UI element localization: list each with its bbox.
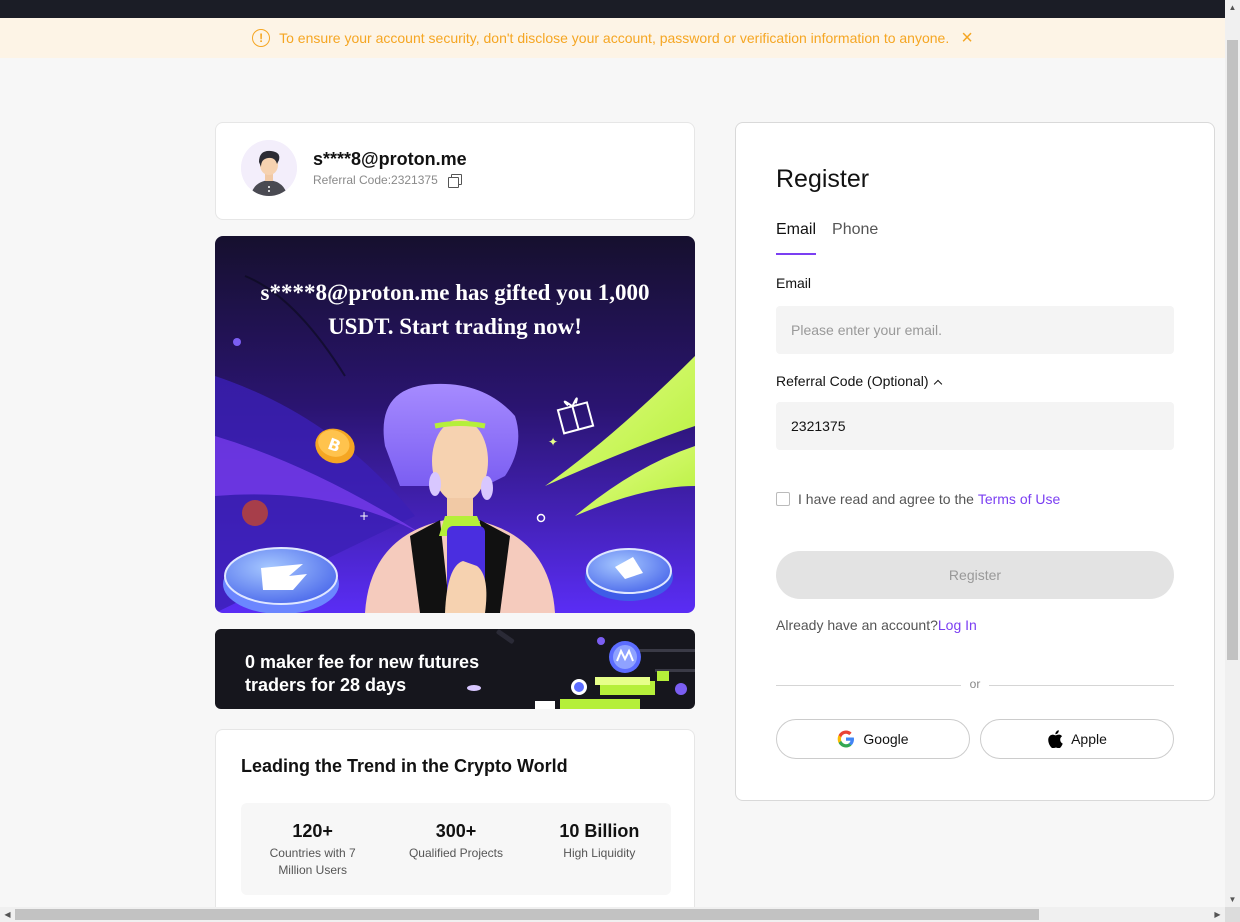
register-title: Register (776, 165, 870, 193)
login-link[interactable]: Log In (938, 617, 977, 633)
referral-code-label: Referral Code (Optional) (776, 373, 929, 389)
scroll-right-icon[interactable]: ▶ (1210, 907, 1225, 922)
referral-code-label: Referral Code:2321375 (313, 173, 438, 187)
stats-box: 120+ Countries with 7 Million Users 300+… (241, 803, 671, 895)
referral-code-field[interactable] (776, 402, 1174, 450)
google-icon (837, 730, 855, 748)
email-label: Email (776, 275, 812, 291)
referrer-card: s****8@proton.me Referral Code:2321375 (215, 122, 695, 220)
terms-checkbox[interactable] (776, 492, 790, 506)
apple-icon (1047, 730, 1063, 748)
register-tabs: Email Phone (776, 221, 894, 255)
scroll-down-icon[interactable]: ▼ (1225, 892, 1240, 907)
vertical-scrollbar[interactable]: ▲ ▼ (1225, 0, 1240, 907)
copy-icon[interactable] (447, 174, 462, 188)
apple-label: Apple (1071, 731, 1107, 747)
login-prompt: Already have an account?Log In (776, 617, 977, 633)
terms-agreement: I have read and agree to the Terms of Us… (776, 491, 1060, 507)
stats-card: Leading the Trend in the Crypto World 12… (215, 729, 695, 922)
register-form: Register Email Phone Email Referral Code… (735, 122, 1215, 801)
futures-promo-banner[interactable]: 0 maker fee for new futures traders for … (215, 629, 695, 709)
terms-link[interactable]: Terms of Use (978, 491, 1060, 507)
stat-caption: Qualified Projects (408, 846, 504, 860)
horizontal-scrollbar[interactable]: ◀ ▶ (0, 907, 1225, 922)
email-field[interactable] (776, 306, 1174, 354)
top-bar (0, 0, 1225, 18)
avatar (241, 140, 297, 196)
google-login-button[interactable]: Google (776, 719, 970, 759)
referrer-email: s****8@proton.me (313, 149, 467, 169)
svg-text:+: + (359, 509, 369, 523)
horizontal-scroll-thumb[interactable] (15, 909, 1039, 920)
tab-email[interactable]: Email (776, 221, 817, 255)
apple-login-button[interactable]: Apple (980, 719, 1174, 759)
stat-value: 300+ (435, 821, 477, 841)
or-text: or (969, 677, 981, 691)
svg-text:✦: ✦ (548, 435, 558, 449)
scroll-up-icon[interactable]: ▲ (1225, 0, 1240, 15)
already-text: Already have an account? (776, 617, 938, 633)
banner-headline: s****8@proton.me has gifted you 1,000 US… (260, 280, 650, 339)
agree-text: I have read and agree to the (798, 491, 974, 507)
notice-text: To ensure your account security, don't d… (279, 30, 950, 46)
referral-code-toggle[interactable]: Referral Code (Optional) (776, 373, 942, 389)
stat-item: 120+ Countries with 7 Million Users (241, 803, 384, 895)
referral-code-text: Referral Code:2321375 (313, 173, 462, 188)
google-label: Google (863, 731, 909, 747)
vertical-scroll-thumb[interactable] (1227, 40, 1238, 660)
scroll-left-icon[interactable]: ◀ (0, 907, 15, 922)
tab-phone[interactable]: Phone (832, 221, 878, 255)
stat-caption: Countries with 7 Million Users (269, 846, 356, 877)
close-icon[interactable]: × (961, 28, 973, 48)
security-notice: ! To ensure your account security, don't… (0, 18, 1225, 58)
stat-item: 10 Billion High Liquidity (528, 803, 671, 895)
stat-value: 120+ (292, 821, 333, 841)
chevron-up-icon (933, 379, 942, 389)
stat-item: 300+ Qualified Projects (384, 803, 527, 895)
stats-title: Leading the Trend in the Crypto World (241, 756, 568, 776)
or-divider: or (776, 677, 1174, 693)
register-button[interactable]: Register (776, 551, 1174, 599)
stat-caption: High Liquidity (563, 846, 636, 860)
gift-banner: + ✦ B s****8@proton.me has gifted you 1,… (215, 236, 695, 613)
promo-text: 0 maker fee for new futures traders for … (245, 652, 480, 695)
scrollbar-corner (1225, 907, 1240, 922)
stat-value: 10 Billion (559, 821, 640, 841)
warning-icon: ! (252, 29, 271, 47)
